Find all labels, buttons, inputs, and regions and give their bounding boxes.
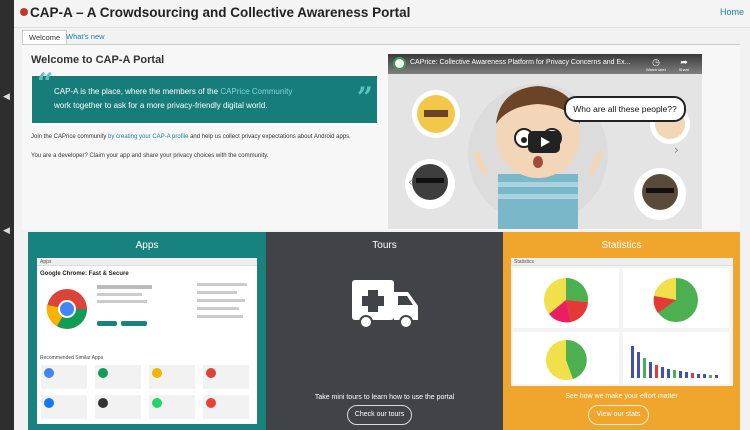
page-title: CAP-A – A Crowdsourcing and Collective A… <box>20 5 410 20</box>
statistics-title: Statistics <box>601 240 642 251</box>
app-detail-preview <box>46 283 247 329</box>
welcome-panel: Welcome to CAP-A Portal “ CAP-A is the p… <box>22 44 740 230</box>
mission-quote: “ CAP-A is the place, where the members … <box>32 67 377 123</box>
channel-logo-icon <box>393 57 406 70</box>
welcome-heading: Welcome to CAP-A Portal <box>31 54 165 66</box>
chevron-left-icon[interactable]: ◀ <box>3 92 10 102</box>
stats-description: See how we make your effort matter <box>565 393 678 400</box>
open-quote-icon: “ <box>37 67 54 100</box>
close-quote-icon: ” <box>356 81 373 114</box>
speech-bubble: Who are all these people?? <box>564 96 686 122</box>
apps-preview-header: Apps <box>37 258 257 266</box>
join-line: Join the CAPrice community by creating y… <box>31 134 351 140</box>
apps-section[interactable]: Apps Apps Google Chrome: Fast & Secure R… <box>28 232 266 430</box>
video-title[interactable]: CAPrice: Collective Awareness Platform f… <box>410 59 630 66</box>
play-button-icon[interactable] <box>528 131 560 153</box>
home-link[interactable]: Home <box>720 7 744 17</box>
clock-icon: ◷ <box>652 57 660 67</box>
chevron-left-icon[interactable]: ◀ <box>3 226 10 236</box>
quote-text-start: CAP-A is the place, where the members of… <box>54 87 221 96</box>
tours-title: Tours <box>372 240 397 251</box>
video-titlebar: CAPrice: Collective Awareness Platform f… <box>388 54 702 74</box>
create-profile-link[interactable]: by creating your CAP-A profile <box>108 134 188 140</box>
view-stats-button[interactable]: View our stats <box>588 405 649 425</box>
top-navbar: CAP-A – A Crowdsourcing and Collective A… <box>14 0 750 28</box>
video-player[interactable]: ‹ › CAPrice: Collective Awareness Platfo… <box>388 54 702 229</box>
stats-charts-preview <box>513 268 729 384</box>
svg-text:‹: ‹ <box>408 175 413 189</box>
svg-text:›: › <box>674 143 679 157</box>
tab-whats-new[interactable]: What's new <box>60 30 111 45</box>
share-button[interactable]: ➦ Share <box>672 57 696 73</box>
similar-apps-heading: Recommended Similar Apps <box>40 355 104 361</box>
quote-text-end: work together to ask for a more privacy-… <box>54 101 268 110</box>
apps-preview-app-title: Google Chrome: Fast & Secure <box>40 271 129 277</box>
join-text-end: and help us collect privacy expectations… <box>188 134 351 140</box>
stats-preview-header: Statistics <box>511 258 733 266</box>
ambulance-icon <box>352 280 418 329</box>
left-gutter: ◀ ◀ <box>0 0 14 430</box>
watch-later-button[interactable]: ◷ Watch later <box>644 57 668 73</box>
page-title-text: CAP-A – A Crowdsourcing and Collective A… <box>30 5 411 20</box>
statistics-preview[interactable]: Statistics <box>511 258 733 386</box>
share-label: Share <box>678 67 690 72</box>
check-tours-button[interactable]: Check our tours <box>347 405 412 425</box>
apps-title: Apps <box>135 240 159 251</box>
share-icon: ➦ <box>680 57 688 67</box>
apps-preview[interactable]: Apps Google Chrome: Fast & Secure Recomm… <box>37 258 257 424</box>
caprice-community-link[interactable]: CAPrice Community <box>220 87 292 96</box>
similar-apps-grid <box>41 365 249 419</box>
statistics-section[interactable]: Statistics Statistics See how we make yo… <box>503 232 740 430</box>
caprice-logo-icon <box>20 8 28 16</box>
tours-section[interactable]: Tours Take mini tours to learn how to us… <box>266 232 503 430</box>
tours-description: Take mini tours to learn how to use the … <box>314 394 455 401</box>
feature-sections: Apps Apps Google Chrome: Fast & Secure R… <box>28 232 740 430</box>
developer-line: You are a developer? Claim your app and … <box>31 153 269 159</box>
watch-later-label: Watch later <box>645 67 667 72</box>
join-text-start: Join the CAPrice community <box>31 134 109 140</box>
